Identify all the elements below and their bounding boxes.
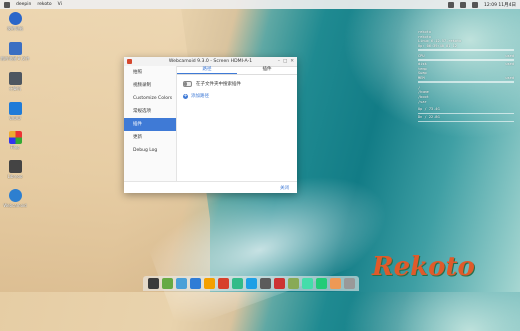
sidebar-item-customize-colors[interactable]: Customize Colors xyxy=(124,92,176,105)
desktop-icon-libreoffice[interactable]: Libreoo xyxy=(2,160,28,179)
settings-sidebar: 拍照 视频录制 Customize Colors 常规选项 插件 更新 Debu… xyxy=(124,66,177,181)
top-panel: deepin rekoto Vi 12:09 11月4日 xyxy=(0,0,520,9)
maximize-icon[interactable]: □ xyxy=(283,59,287,64)
conky-row-key: MEM xyxy=(418,75,425,80)
webcamoid-window: Webcamoid 9.3.0 - Screen HDMI-A-1 – □ ✕ … xyxy=(124,57,297,193)
conky-row-value: used xyxy=(505,75,514,80)
webcamoid-icon xyxy=(8,189,22,202)
files-icon xyxy=(8,131,22,144)
desktop-icon-files[interactable]: Files xyxy=(2,131,28,150)
mem-bar xyxy=(418,81,514,83)
desktop-icon-web[interactable]: WWW xyxy=(2,102,28,121)
sidebar-item-debug-log[interactable]: Debug Log xyxy=(124,144,176,157)
conky-net: Up / 73.4G Dn / 22.8G xyxy=(418,107,514,123)
search-subfolders-label: 在子文件夹中搜索插件 xyxy=(196,82,241,87)
net-down: Dn / 22.8G xyxy=(418,115,440,120)
dock-app-icon[interactable] xyxy=(259,278,271,289)
window-footer: 关闭 xyxy=(124,181,297,194)
conky-cpu-row: CPU used xyxy=(418,54,514,59)
desktop-icon-computer[interactable]: 我的电脑 xyxy=(2,12,28,32)
tab-bar: 路径 插件 xyxy=(177,66,297,75)
dock-app-icon[interactable] xyxy=(147,278,159,289)
info-icon xyxy=(8,12,22,25)
search-subfolders-toggle[interactable] xyxy=(183,81,192,87)
tab-paths[interactable]: 路径 xyxy=(177,66,237,74)
desktop-icons: 我的电脑 我的电脑 B 文件 计算机 WWW Files Libreoo Web… xyxy=(0,12,30,218)
desktop-icon-home[interactable]: 我的电脑 B 文件 xyxy=(0,42,30,62)
cpu-bar xyxy=(418,59,514,61)
panel-app-3[interactable]: Vi xyxy=(58,2,62,7)
sidebar-item-plugins[interactable]: 插件 xyxy=(124,118,176,131)
dock-app-icon[interactable] xyxy=(175,278,187,289)
network-icon[interactable] xyxy=(448,1,454,8)
settings-content: 路径 插件 在子文件夹中搜索插件 + 添加路径 xyxy=(177,66,297,181)
dock-app-icon[interactable] xyxy=(287,278,299,289)
user-folder-icon xyxy=(8,42,22,55)
search-subfolders-row: 在子文件夹中搜索插件 xyxy=(177,81,297,87)
close-button[interactable]: 关闭 xyxy=(280,185,289,191)
panel-app-1[interactable]: deepin xyxy=(16,2,31,7)
cpu-value: used xyxy=(505,53,514,58)
conky-fs-list: / /home /boot /var xyxy=(418,86,514,104)
net-up: Up / 73.4G xyxy=(418,107,440,112)
plus-icon: + xyxy=(183,92,188,99)
dock-app-icon[interactable] xyxy=(203,278,215,289)
rekoto-logo: Rekoto xyxy=(372,252,475,282)
add-path-label: 添加路径 xyxy=(191,94,209,99)
conky-divider xyxy=(418,49,514,51)
sidebar-item-general[interactable]: 常规选项 xyxy=(124,105,176,118)
dock-app-icon[interactable] xyxy=(301,278,313,289)
menu-icon[interactable] xyxy=(4,1,10,8)
window-title: Webcamoid 9.3.0 - Screen HDMI-A-1 xyxy=(168,59,253,64)
add-path-button[interactable]: + 添加路径 xyxy=(177,93,297,99)
dock-app-icon[interactable] xyxy=(231,278,243,289)
dock-app-icon[interactable] xyxy=(189,278,201,289)
desktop-icon-pc[interactable]: 计算机 xyxy=(2,72,28,92)
dock-app-icon[interactable] xyxy=(343,278,355,289)
net-down-bar xyxy=(418,120,514,123)
sidebar-item-video-recording[interactable]: 视频录制 xyxy=(124,79,176,92)
cpu-label: CPU xyxy=(418,53,425,58)
sidebar-item-photo[interactable]: 拍照 xyxy=(124,66,176,79)
monitor-icon xyxy=(8,72,22,85)
dock-app-icon[interactable] xyxy=(161,278,173,289)
tab-plugins[interactable]: 插件 xyxy=(237,66,297,74)
volume-icon[interactable] xyxy=(460,1,466,8)
panel-app-2[interactable]: rekoto xyxy=(37,2,51,7)
conky-row-value: used xyxy=(505,61,514,66)
dock-app-icon[interactable] xyxy=(273,278,285,289)
conky-row: MEM used xyxy=(418,76,514,81)
web-icon xyxy=(8,102,22,115)
sidebar-item-updates[interactable]: 更新 xyxy=(124,131,176,144)
desktop-icon-webcamoid[interactable]: Webcamoid xyxy=(2,189,28,208)
minimize-icon[interactable]: – xyxy=(278,59,280,64)
libreoffice-icon xyxy=(8,160,22,173)
power-icon[interactable] xyxy=(472,1,478,8)
dock-app-icon[interactable] xyxy=(315,278,327,289)
system-monitor-widget: rekoto rekoto Linux 6.12.57-rekoto Up: 0… xyxy=(418,30,514,123)
clock[interactable]: 12:09 11月4日 xyxy=(484,2,516,8)
close-icon[interactable]: ✕ xyxy=(290,59,294,64)
dock xyxy=(143,276,359,291)
fs-item: /var xyxy=(418,99,427,104)
dock-app-icon[interactable] xyxy=(329,278,341,289)
conky-header-line-4: Up: 06:39:40 01 12 xyxy=(418,43,457,48)
dock-app-icon[interactable] xyxy=(217,278,229,289)
dock-app-icon[interactable] xyxy=(245,278,257,289)
